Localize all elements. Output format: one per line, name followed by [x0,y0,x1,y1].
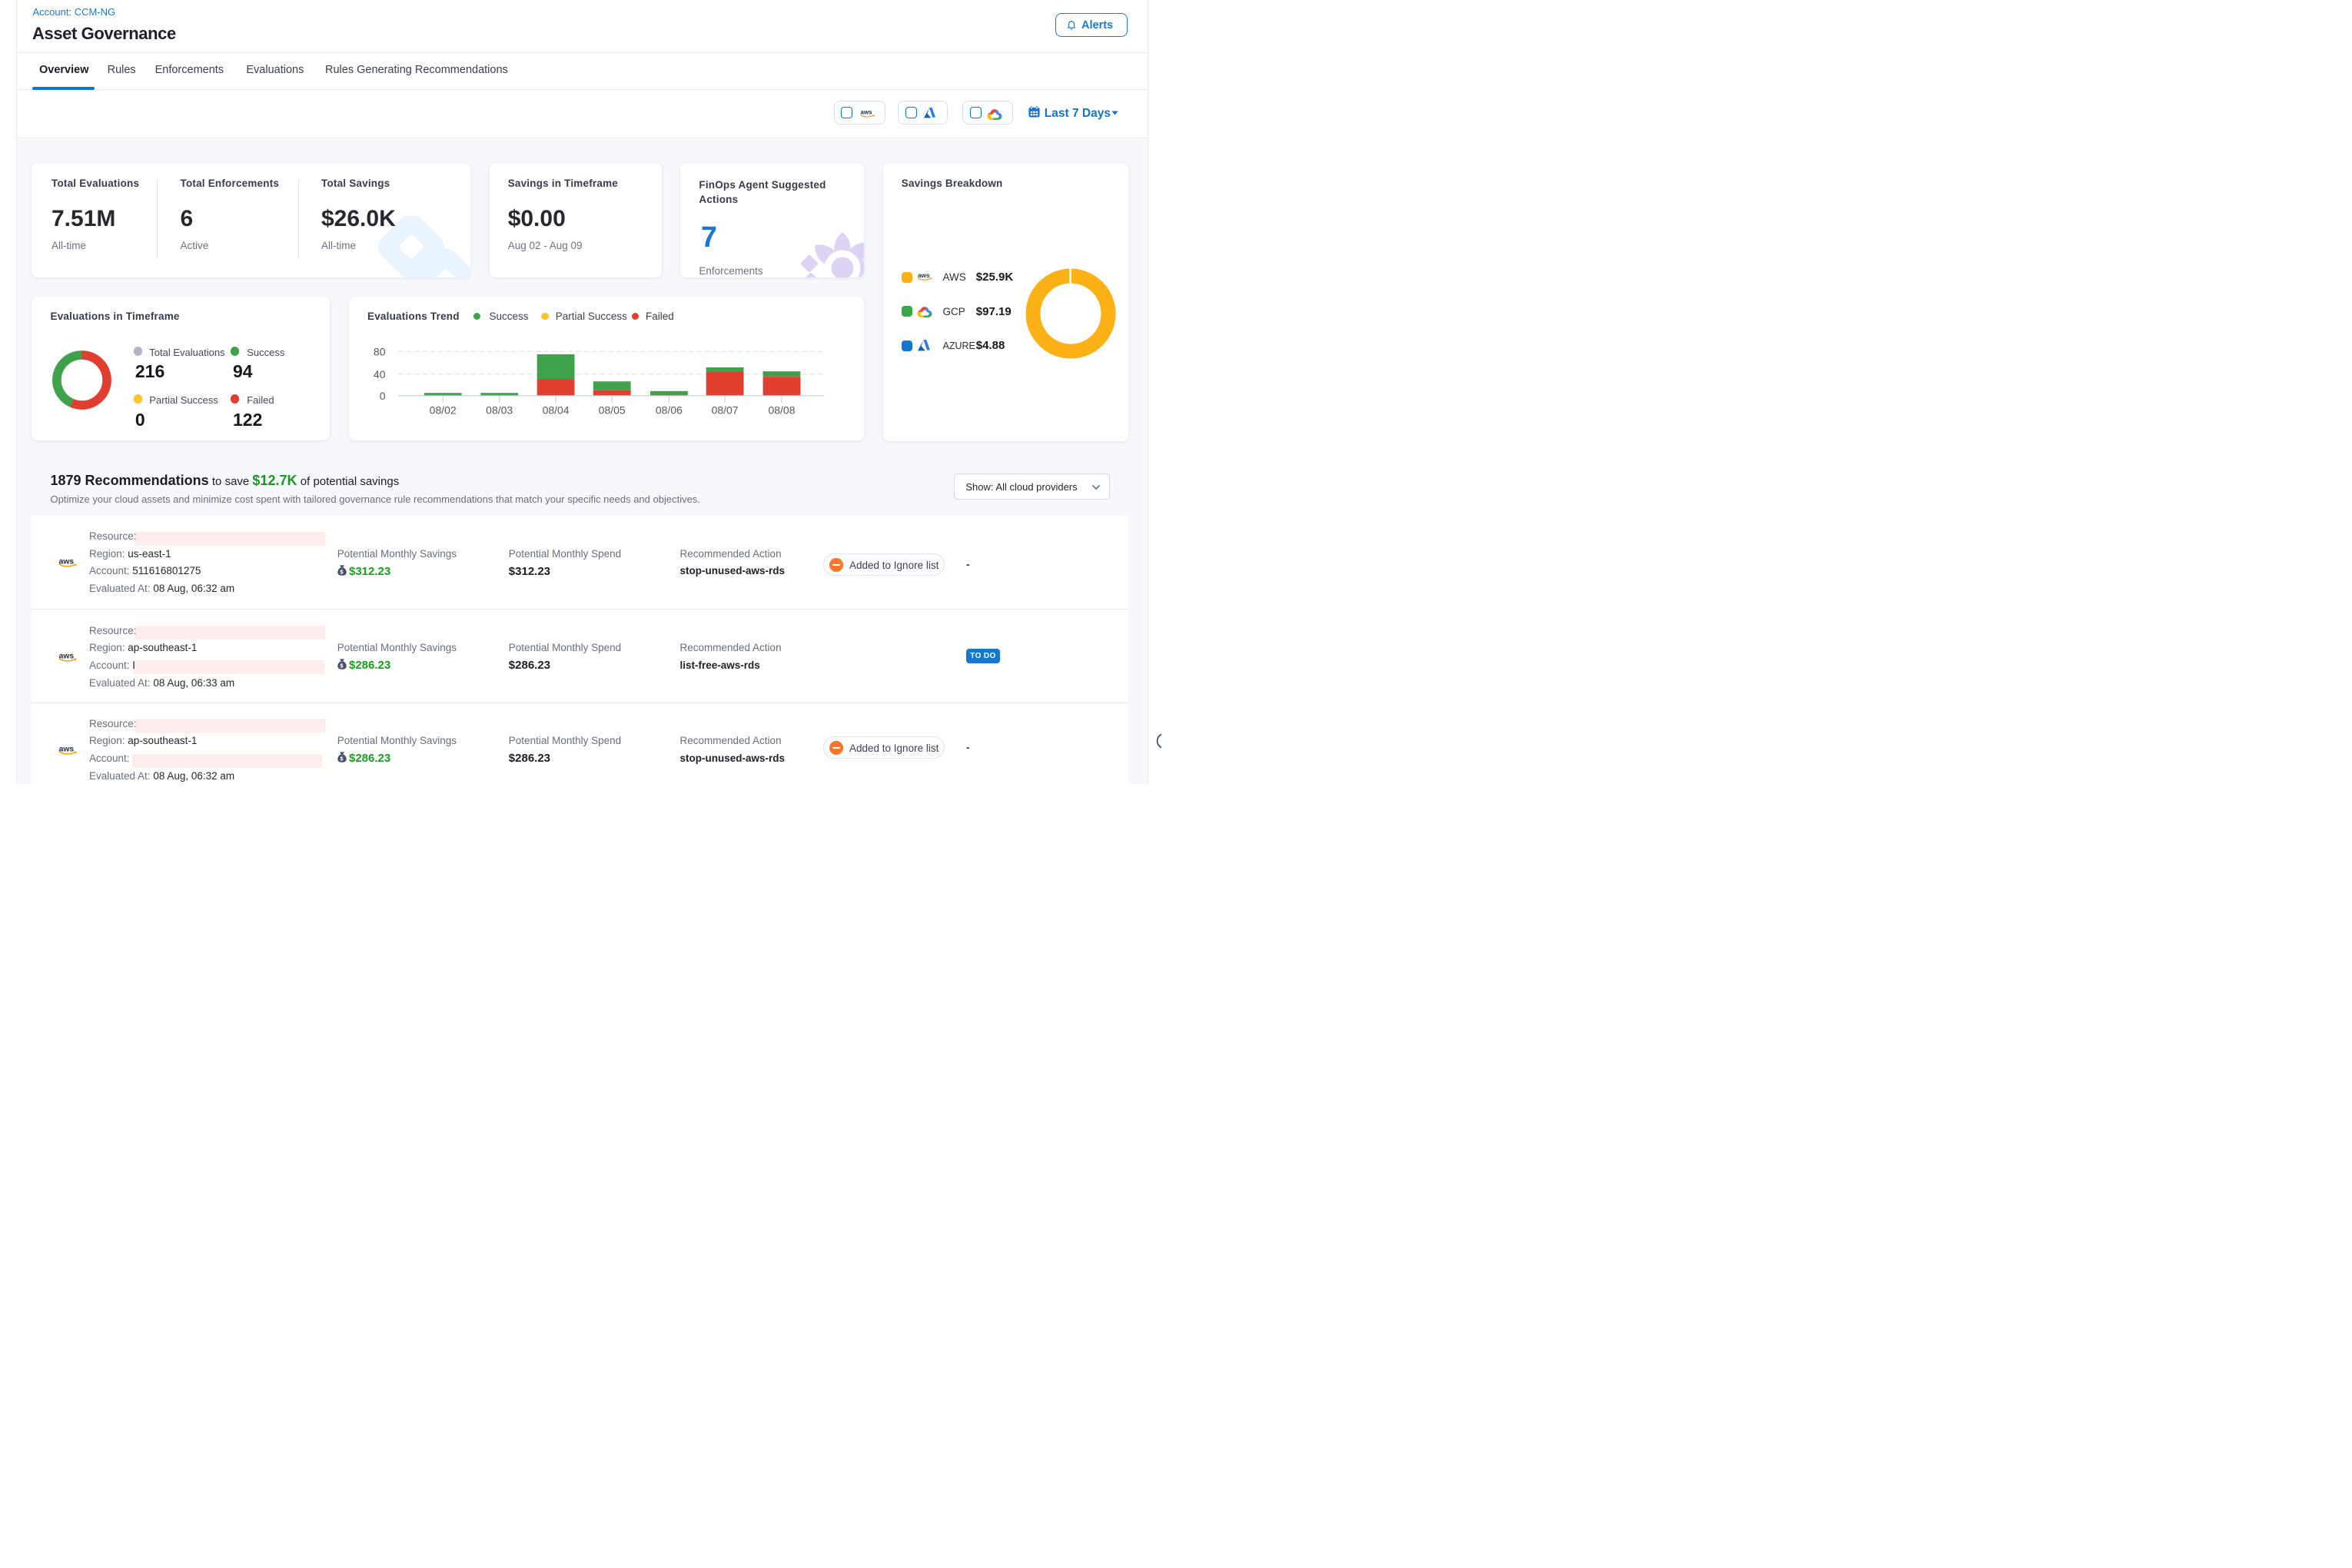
svg-text:aws: aws [918,271,930,279]
svg-text:08/06: 08/06 [655,404,682,417]
svg-text:08/04: 08/04 [542,404,569,417]
svg-text:aws: aws [860,109,872,116]
svg-text:08/07: 08/07 [711,404,738,417]
svg-text:08/02: 08/02 [429,404,456,417]
svg-text:80: 80 [373,346,385,358]
svg-text:0: 0 [379,390,385,402]
svg-text:08/08: 08/08 [768,404,795,417]
svg-text:08/03: 08/03 [486,404,513,417]
svg-text:40: 40 [373,368,385,380]
svg-text:08/05: 08/05 [598,404,625,417]
